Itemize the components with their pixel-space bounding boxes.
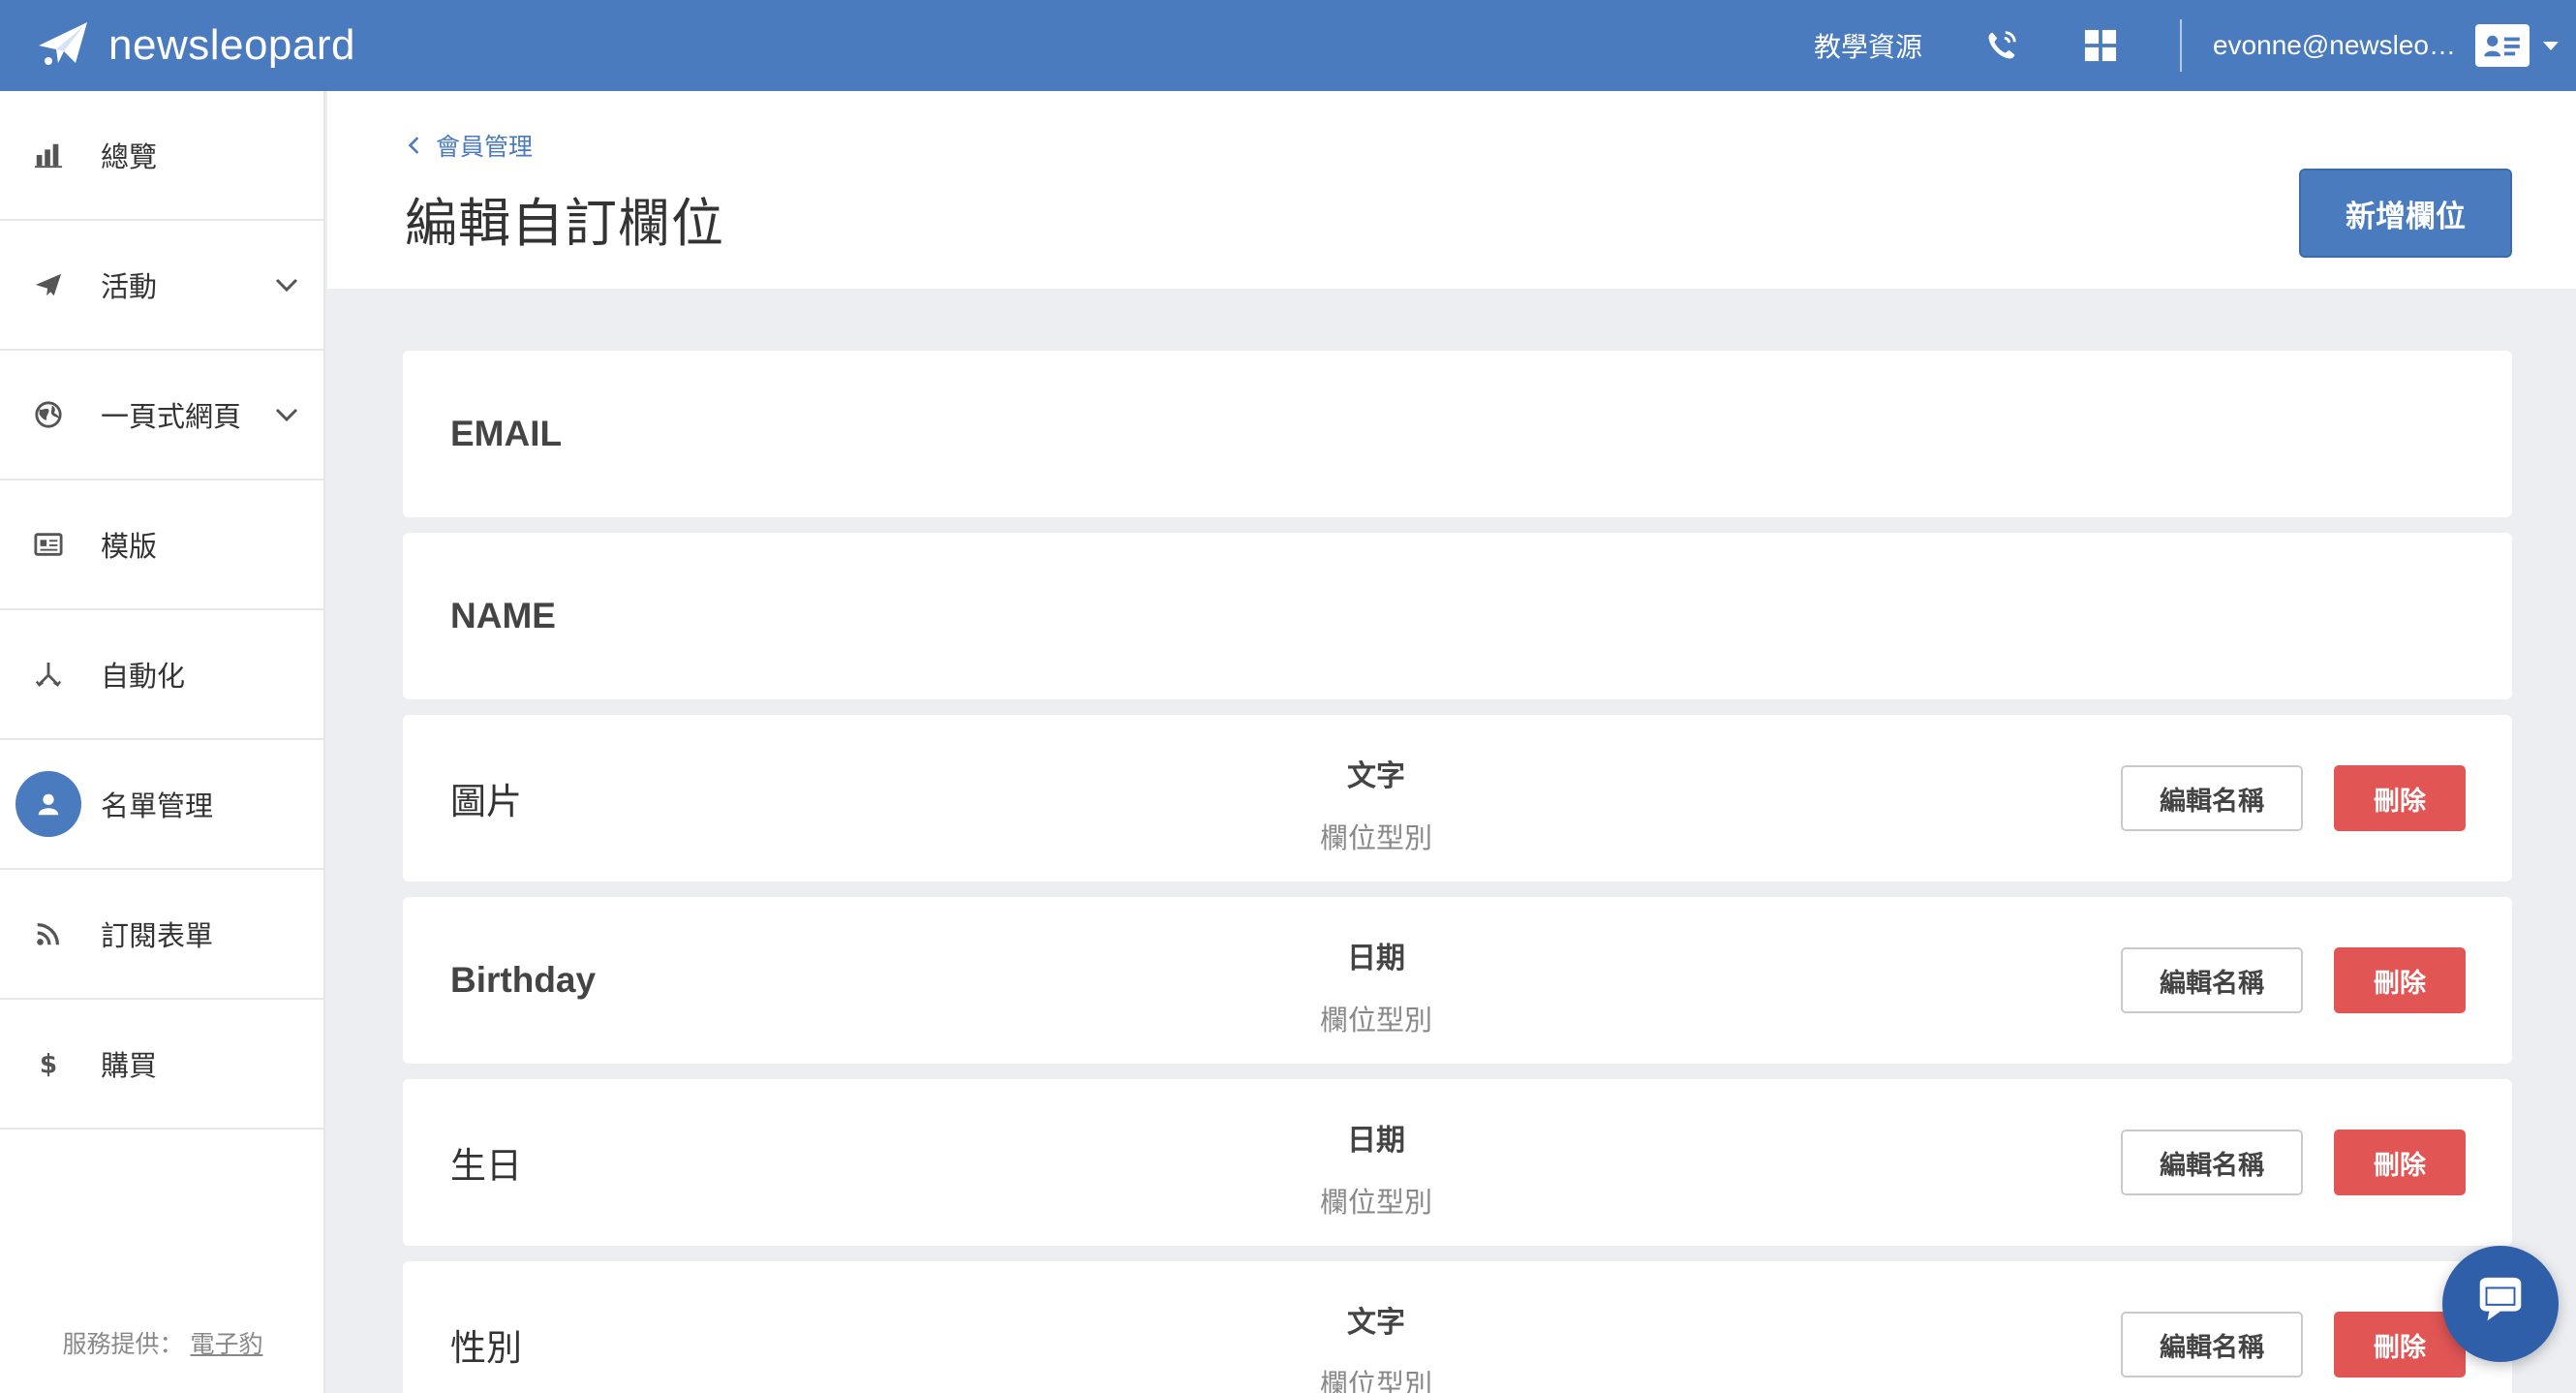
paper-plane-icon	[31, 267, 66, 302]
edit-name-button[interactable]: 編輯名稱	[2121, 947, 2303, 1013]
user-email[interactable]: evonne@newsleo…	[2213, 30, 2456, 61]
field-name: 生日	[450, 1146, 522, 1186]
edit-name-button[interactable]: 編輯名稱	[2121, 765, 2303, 831]
footer-prefix: 服務提供：	[62, 1331, 184, 1358]
field-name: NAME	[450, 596, 556, 635]
sidebar-item-purchase[interactable]: $ 購買	[0, 1000, 323, 1130]
chevron-down-icon[interactable]	[273, 271, 300, 298]
user-menu-caret-icon[interactable]	[2543, 41, 2559, 50]
breadcrumb-link[interactable]: 會員管理	[436, 128, 533, 163]
sidebar-item-label: 模版	[101, 532, 158, 563]
rss-icon	[31, 916, 66, 951]
field-row: Birthday 日期 欄位型別 編輯名稱 刪除	[403, 897, 2512, 1064]
dollar-icon: $	[31, 1046, 66, 1081]
field-type: 文字 欄位型別	[1245, 1298, 1507, 1393]
sidebar-item-label: 總覽	[101, 142, 158, 173]
delete-button[interactable]: 刪除	[2334, 947, 2466, 1013]
sidebar-item-automation[interactable]: 自動化	[0, 610, 323, 740]
page-title: 編輯自訂欄位	[405, 195, 724, 253]
user-icon	[15, 771, 81, 837]
field-type-caption: 欄位型別	[1319, 823, 1432, 854]
chevron-down-icon[interactable]	[273, 401, 300, 428]
field-row: EMAIL	[403, 351, 2512, 517]
sidebar-item-label: 購買	[101, 1051, 158, 1082]
sidebar-item-label: 訂閱表單	[101, 921, 214, 952]
brand-name: newsleopard	[108, 21, 355, 69]
field-row: 性別 文字 欄位型別 編輯名稱 刪除	[403, 1261, 2512, 1393]
field-type-caption: 欄位型別	[1319, 1188, 1432, 1219]
sidebar-item-landing-pages[interactable]: 一頁式網頁	[0, 351, 323, 480]
template-icon	[31, 527, 66, 562]
apps-grid-icon[interactable]	[2081, 26, 2120, 65]
field-name: 性別	[450, 1328, 522, 1368]
phone-icon[interactable]	[1982, 26, 2021, 65]
page-header: 會員管理 編輯自訂欄位 新增欄位	[327, 91, 2576, 289]
svg-text:$: $	[40, 1050, 57, 1078]
add-field-button[interactable]: 新增欄位	[2299, 169, 2512, 258]
delete-button[interactable]: 刪除	[2334, 765, 2466, 831]
field-type-value: 日期	[1347, 943, 1405, 975]
sidebar-item-label: 名單管理	[101, 791, 214, 822]
paper-plane-logo-icon	[37, 18, 89, 74]
sidebar-item-templates[interactable]: 模版	[0, 480, 323, 610]
sidebar-item-subscription-forms[interactable]: 訂閱表單	[0, 870, 323, 1000]
sidebar-footer: 服務提供： 電子豹	[0, 1325, 325, 1360]
footer-provider-link[interactable]: 電子豹	[190, 1331, 262, 1358]
sidebar-item-overview[interactable]: 總覽	[0, 91, 323, 221]
sidebar-item-campaigns[interactable]: 活動	[0, 221, 323, 351]
sidebar-item-contacts[interactable]: 名單管理	[0, 740, 323, 870]
sidebar: 總覽 活動 一頁式網頁 模版 自動化 名單管理 訂閱表單 $ 購買 服務提供： …	[0, 91, 325, 1393]
field-name: EMAIL	[450, 414, 563, 453]
field-row: 圖片 文字 欄位型別 編輯名稱 刪除	[403, 715, 2512, 882]
automation-icon	[31, 657, 66, 692]
field-row: NAME	[403, 533, 2512, 699]
field-name: 圖片	[450, 782, 522, 821]
top-navbar: newsleopard 教學資源 evonne@newsleo…	[0, 0, 2576, 91]
sidebar-item-label: 活動	[101, 272, 158, 303]
chevron-left-icon	[408, 137, 419, 154]
field-type-value: 文字	[1347, 760, 1405, 792]
delete-button[interactable]: 刪除	[2334, 1130, 2466, 1195]
field-name: Birthday	[450, 960, 597, 1000]
field-type: 日期 欄位型別	[1245, 934, 1507, 1038]
sidebar-item-label: 自動化	[101, 662, 186, 693]
edit-name-button[interactable]: 編輯名稱	[2121, 1312, 2303, 1378]
tutorial-link[interactable]: 教學資源	[1814, 26, 1922, 65]
topbar-divider	[2179, 19, 2182, 72]
field-type-caption: 欄位型別	[1319, 1006, 1432, 1037]
brand-logo[interactable]: newsleopard	[37, 18, 355, 74]
field-type-caption: 欄位型別	[1319, 1370, 1432, 1393]
contact-card-icon[interactable]	[2475, 24, 2530, 67]
chat-widget-button[interactable]	[2442, 1246, 2559, 1362]
field-type-value: 日期	[1347, 1125, 1405, 1157]
field-row: 生日 日期 欄位型別 編輯名稱 刪除	[403, 1079, 2512, 1246]
field-type: 文字 欄位型別	[1245, 752, 1507, 856]
field-type: 日期 欄位型別	[1245, 1116, 1507, 1221]
field-type-value: 文字	[1347, 1307, 1405, 1339]
bar-chart-icon	[31, 138, 66, 172]
edit-name-button[interactable]: 編輯名稱	[2121, 1130, 2303, 1195]
breadcrumb[interactable]: 會員管理	[407, 128, 533, 163]
globe-icon	[31, 397, 66, 432]
sidebar-item-label: 一頁式網頁	[101, 402, 242, 433]
chat-icon	[2472, 1274, 2529, 1335]
